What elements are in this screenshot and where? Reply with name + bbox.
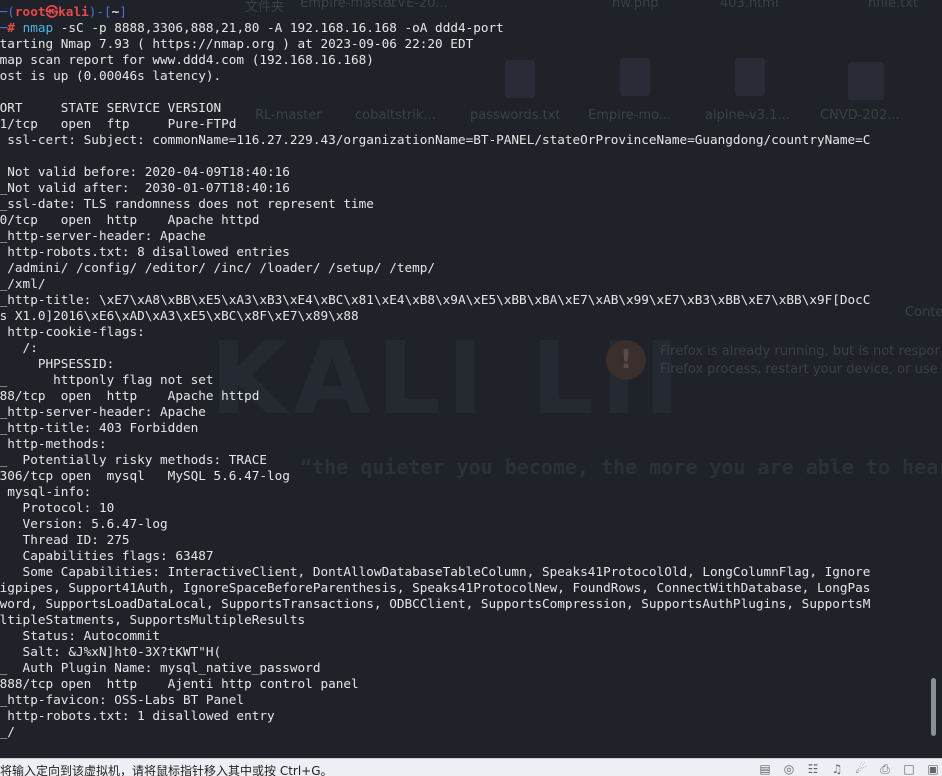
prompt-user: root㉿kali	[14, 4, 89, 19]
terminal-lines: ──(root㉿kali)-[~] └─# nmap -sC -p 8888,3…	[0, 4, 870, 740]
terminal-line: |_http-favicon: OSS-Labs BT Panel	[0, 692, 245, 707]
cd-drive-icon[interactable]: ◎	[780, 762, 798, 776]
terminal-line: | /:	[22, 340, 38, 355]
network-icon[interactable]: ☷	[804, 762, 822, 776]
terminal-line: | /admini/ /config/ /editor/ /inc/ /load…	[0, 260, 436, 275]
vm-window: RL-master cobaltstrik... passwords.txt E…	[0, 0, 942, 776]
terminal-line: | PHPSESSID:	[0, 356, 115, 371]
terminal-line: | Some Capabilities: InteractiveClient, …	[0, 564, 871, 579]
terminal-line: 8888/tcp open http Ajenti http control p…	[0, 676, 359, 691]
terminal-line: ms X1.0]2016\xE6\xAD\xA3\xE5\xBC\x8F\xE7…	[0, 308, 359, 323]
command-line: └─# nmap -sC -p 8888,3306,888,21,80 -A 1…	[0, 20, 870, 36]
vm-status-bar: 将输入定向到该虚拟机，请将鼠标指针移入其中或按 Ctrl+G。 ▤ ◎ ☷ ♫ ☄ ⎙ □ ▣	[0, 758, 942, 776]
terminal-line: |_Not valid after: 2030-01-07T18:40:16	[0, 180, 290, 195]
terminal-line: |_/xml/	[0, 276, 46, 291]
prompt-hash: #	[7, 20, 23, 35]
terminal-line: | Protocol: 10	[0, 500, 115, 515]
command-args: -sC -p 8888,3306,888,21,80 -A 192.168.16…	[53, 20, 504, 35]
terminal-line: N	[0, 148, 870, 164]
terminal-output[interactable]: ──(root㉿kali)-[~] └─# nmap -sC -p 8888,3…	[0, 0, 942, 758]
terminal-line: sword, SupportsLoadDataLocal, SupportsTr…	[0, 596, 871, 611]
device-icons: ▤ ◎ ☷ ♫ ☄ ⎙ □ ▣	[756, 760, 942, 776]
prompt-frame: )-[	[88, 4, 112, 19]
terminal-line: Host is up (0.00046s latency).	[0, 68, 222, 83]
prompt-line: ──(root㉿kali)-[~]	[0, 4, 870, 20]
terminal-line: |_http-server-header: Apache	[0, 228, 206, 243]
terminal-line: Starting Nmap 7.93 ( https://nmap.org ) …	[0, 36, 474, 51]
terminal-line: | Version: 5.6.47-log	[0, 516, 168, 531]
printer-icon[interactable]: ⎙	[876, 762, 894, 776]
terminal-line: | Not valid before: 2020-04-09T18:40:16	[0, 164, 290, 179]
fullscreen-icon[interactable]: ▣	[924, 762, 942, 776]
terminal-line: ultipleStatments, SupportsMultipleResult…	[0, 612, 306, 627]
terminal-line: | mysql-info:	[0, 484, 92, 499]
terminal-line: | http-robots.txt: 8 disallowed entries	[0, 244, 290, 259]
terminal-line: | Thread ID: 275	[0, 532, 130, 547]
terminal-line: 3306/tcp open mysql MySQL 5.6.47-log	[0, 468, 290, 483]
terminal-line: | Status: Autocommit	[0, 628, 161, 643]
prompt-frame: ]	[119, 4, 127, 19]
terminal-line: |_http-title: \xE7\xA8\xBB\xE5\xA3\xB3\x…	[0, 292, 871, 307]
terminal-scrollbar[interactable]	[931, 678, 936, 736]
prompt-frame: ──(	[0, 4, 15, 19]
terminal-line: 888/tcp open http Apache httpd	[0, 388, 260, 403]
terminal-line: | http-robots.txt: 1 disallowed entry	[0, 708, 275, 723]
terminal-line: | Salt: &J%xN]ht0-3X?tKWT"H(	[0, 644, 222, 659]
terminal-line: 21/tcp open ftp Pure-FTPd	[0, 116, 237, 131]
terminal-line: | http-cookie-flags:	[0, 324, 145, 339]
terminal-line: | http-methods:	[0, 436, 107, 451]
terminal-line: Sigpipes, Support41Auth, IgnoreSpaceBefo…	[0, 580, 871, 595]
usb-icon[interactable]: ☄	[852, 762, 870, 776]
terminal-line: |_/	[0, 724, 15, 739]
sound-icon[interactable]: ♫	[828, 762, 846, 776]
hard-disk-icon[interactable]: ▤	[756, 762, 774, 776]
terminal-line: PORT STATE SERVICE VERSION	[0, 100, 222, 115]
terminal-line: |_ssl-date: TLS randomness does not repr…	[0, 196, 374, 211]
display-icon[interactable]: □	[900, 762, 918, 776]
terminal-line: | ssl-cert: Subject: commonName=116.27.2…	[0, 132, 871, 147]
terminal-line: |_ Auth Plugin Name: mysql_native_passwo…	[0, 660, 321, 675]
terminal-line: | Capabilities flags: 63487	[0, 548, 214, 563]
terminal-line: |_http-title: 403 Forbidden	[0, 420, 199, 435]
terminal-line: |_http-server-header: Apache	[0, 404, 206, 419]
terminal-line: Nmap scan report for www.ddd4.com (192.1…	[0, 52, 374, 67]
terminal-line: |_ httponly flag not set	[0, 372, 214, 387]
command-name: nmap	[22, 20, 54, 35]
terminal-line: |_ Potentially risky methods: TRACE	[0, 452, 267, 467]
status-hint: 将输入定向到该虚拟机，请将鼠标指针移入其中或按 Ctrl+G。	[0, 764, 333, 776]
terminal-line: 80/tcp open http Apache httpd	[0, 212, 260, 227]
